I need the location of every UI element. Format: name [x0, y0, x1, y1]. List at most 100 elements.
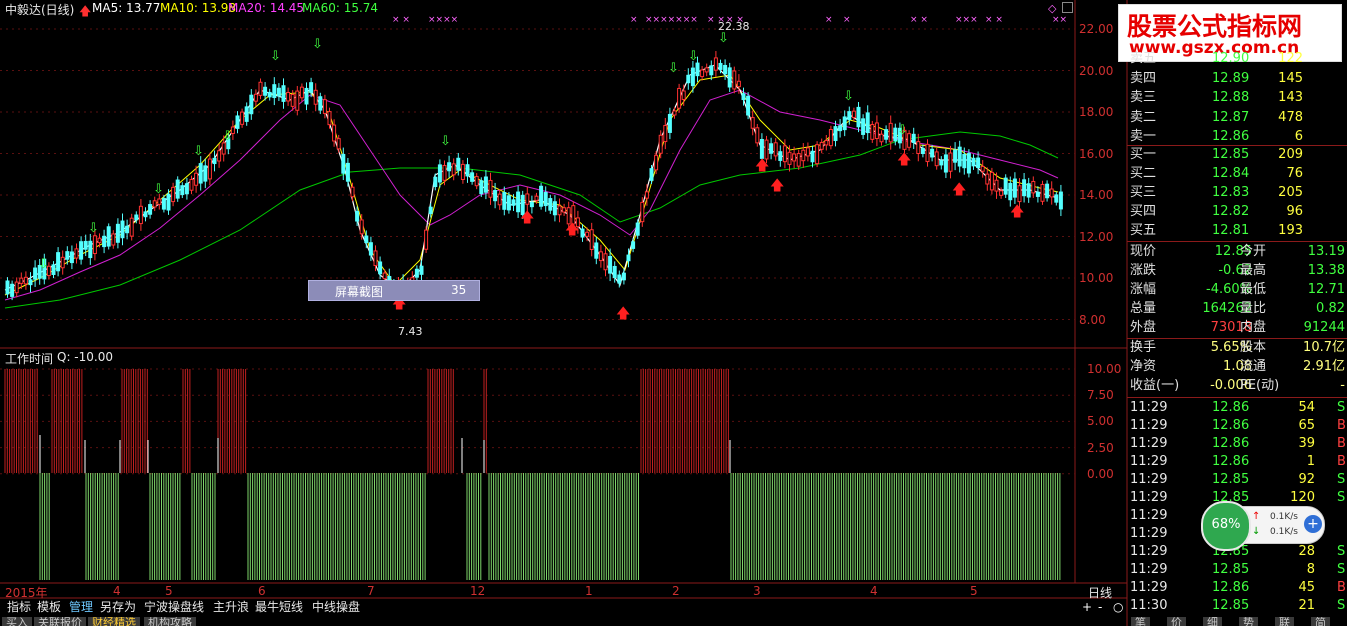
network-widget[interactable]: 68% ↑ 0.1K/s ↓ 0.1K/s + [1201, 501, 1325, 551]
order-label: 买二 [1130, 166, 1157, 181]
tab-3[interactable]: 另存为 [97, 599, 140, 616]
order-price: 12.88 [1212, 90, 1250, 105]
lower-tab-1[interactable]: 关联报价 [34, 617, 86, 626]
indicator-tick-label: 2.50 [1087, 440, 1114, 455]
tick-row[interactable]: 11:29 12.86 65 B [1127, 417, 1347, 435]
candle-body [989, 171, 994, 191]
up-arrow-icon: 🡅 [79, 4, 92, 18]
candle-body [713, 57, 718, 71]
candle-body [189, 178, 194, 191]
candle-body [88, 240, 93, 259]
lower-tab-0[interactable]: 买入 [2, 617, 32, 626]
buy-row: 买三 12.83 205 [1127, 184, 1347, 202]
candle-body [815, 144, 820, 165]
candle-body [1058, 191, 1063, 210]
tab-4[interactable]: 宁波操盘线 [141, 599, 208, 616]
fundamental-value: 10.7亿 [1303, 340, 1345, 355]
candle-body [152, 200, 157, 208]
candle-body [244, 106, 249, 122]
order-label: 卖四 [1130, 70, 1157, 86]
tick-row[interactable]: 11:29 12.85 8 S [1127, 561, 1347, 579]
candle-body [332, 124, 337, 142]
candle-body [506, 195, 511, 211]
panel-tab-3[interactable]: 势 [1239, 617, 1258, 626]
buy-signal-icon: 🡅 [520, 210, 534, 226]
candle-body [355, 210, 360, 222]
order-volume: 143 [1278, 90, 1303, 105]
candle-body [764, 139, 769, 160]
ma5-line [4, 64, 1059, 291]
fundamental-value: 2.91亿 [1303, 359, 1345, 374]
buy-row: 买五 12.81 193 [1127, 222, 1347, 240]
order-price: 12.83 [1212, 185, 1250, 200]
candle-body [207, 158, 212, 180]
network-gauge: 68% [1201, 501, 1251, 551]
tick-row[interactable]: 11:29 12.86 54 S [1127, 399, 1347, 417]
tab-1[interactable]: 模板 [34, 599, 65, 616]
sell-row: 卖四 12.89 145 [1127, 70, 1347, 88]
tab-6[interactable]: 最牛短线 [252, 599, 307, 616]
buy-signal-icon: 🡅 [1010, 204, 1024, 220]
window-box-icon[interactable] [1062, 2, 1073, 13]
tick-side: S [1337, 490, 1346, 505]
candle-body [644, 191, 649, 199]
tick-row[interactable]: 11:29 12.86 45 B [1127, 579, 1347, 597]
candle-body [782, 145, 787, 163]
order-label: 卖二 [1130, 109, 1157, 125]
candle-body [649, 168, 654, 181]
tick-row[interactable]: 11:29 12.86 39 B [1127, 435, 1347, 453]
candle-body [516, 191, 521, 213]
tick-volume: 65 [1298, 418, 1315, 433]
tab-2[interactable]: 管理 [66, 599, 97, 616]
candle-body [543, 192, 548, 207]
screenshot-tooltip[interactable]: 屏幕截图 35 [308, 280, 480, 301]
candle-body [304, 87, 309, 105]
candle-body [874, 122, 879, 140]
zoom-out-button[interactable]: - [1096, 599, 1104, 616]
tick-volume: 120 [1290, 490, 1315, 505]
tick-time: 11:29 [1130, 454, 1168, 469]
tick-time: 11:29 [1130, 418, 1168, 433]
diamond-icon[interactable]: ◇ [1048, 2, 1056, 15]
panel-tab-2[interactable]: 细 [1203, 617, 1222, 626]
candle-body [106, 226, 111, 247]
candle-body [28, 279, 33, 286]
plus-icon[interactable]: + [1304, 515, 1322, 533]
tick-row[interactable]: 11:29 12.86 1 B [1127, 453, 1347, 471]
tab-5[interactable]: 主升浪 [210, 599, 253, 616]
panel-tabs: 笔价细势联简 [1127, 617, 1347, 626]
quote-label: 总量 [1130, 301, 1157, 316]
candle-body [79, 241, 84, 260]
buy-signal-icon: 🡅 [952, 182, 966, 198]
tab-0[interactable]: 指标 [4, 599, 35, 616]
candle-body [14, 281, 19, 294]
candle-body [322, 99, 327, 114]
ma60-label: MA60: 15.74 [302, 1, 379, 15]
panel-tab-0[interactable]: 笔 [1131, 617, 1150, 626]
svg-text:×××××××: ××××××× [645, 15, 698, 25]
lower-tab-3[interactable]: 机构攻略 [144, 617, 196, 626]
tab-7[interactable]: 中线操盘 [309, 599, 364, 616]
candle-body [888, 122, 893, 143]
candle-body [778, 151, 783, 161]
zoom-in-button[interactable]: + [1080, 599, 1094, 616]
candle-body [479, 180, 484, 195]
candle-body [350, 186, 355, 198]
quote-label: 量比 [1240, 301, 1267, 316]
sell-signal-icon: ⇩ [718, 31, 729, 46]
reset-button[interactable]: ○ [1111, 599, 1125, 616]
candle-body [267, 91, 272, 98]
screenshot-value: 35 [451, 283, 467, 297]
order-price: 12.85 [1212, 147, 1250, 162]
lower-tab-2[interactable]: 财经精选 [88, 617, 140, 626]
panel-tab-5[interactable]: 简 [1311, 617, 1330, 626]
tick-row[interactable]: 11:29 12.85 92 S [1127, 471, 1347, 489]
tick-price: 12.86 [1212, 436, 1250, 451]
panel-tab-1[interactable]: 价 [1167, 617, 1186, 626]
tick-row[interactable]: 11:30 12.85 21 S [1127, 597, 1347, 615]
candle-body [686, 74, 691, 84]
date-tick-label: 2 [672, 584, 680, 598]
panel-tab-4[interactable]: 联 [1275, 617, 1294, 626]
candle-body [640, 201, 645, 223]
candle-body [939, 160, 944, 166]
